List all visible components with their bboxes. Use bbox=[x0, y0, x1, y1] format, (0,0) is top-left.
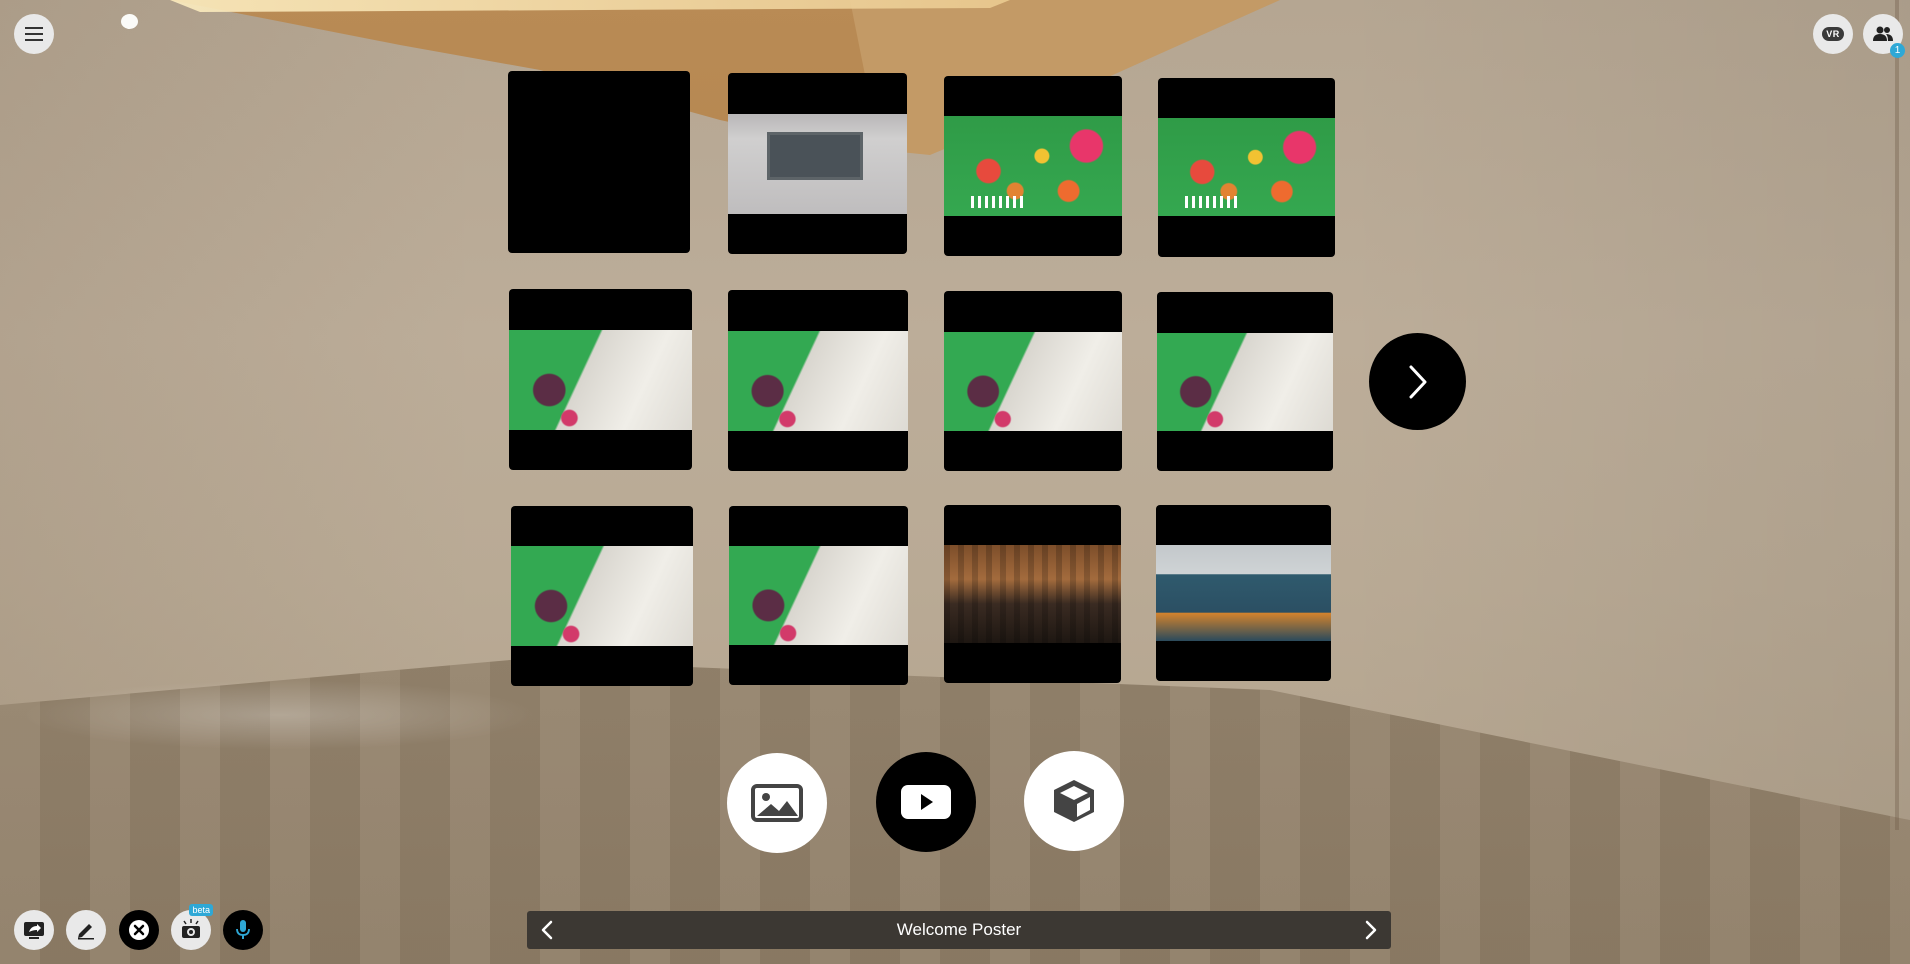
image-type-button[interactable] bbox=[727, 753, 827, 853]
media-tile[interactable] bbox=[944, 505, 1121, 683]
people-count-badge: 1 bbox=[1890, 43, 1905, 58]
tile-thumbnail bbox=[729, 546, 908, 645]
media-tile[interactable] bbox=[944, 291, 1122, 471]
chevron-left-icon bbox=[541, 920, 553, 940]
media-tile[interactable] bbox=[1158, 78, 1335, 257]
tile-thumbnail bbox=[1157, 333, 1333, 431]
microphone-icon bbox=[236, 920, 250, 939]
tile-thumbnail bbox=[728, 114, 907, 214]
3d-model-type-button[interactable] bbox=[1024, 751, 1124, 851]
media-tile[interactable] bbox=[508, 71, 690, 253]
media-tile[interactable] bbox=[1156, 505, 1331, 681]
video-type-button[interactable] bbox=[876, 752, 976, 852]
vr-label: VR bbox=[1822, 27, 1844, 41]
vr-button[interactable]: VR bbox=[1813, 14, 1853, 54]
close-button[interactable] bbox=[119, 910, 159, 950]
people-icon bbox=[1873, 26, 1893, 41]
media-tile[interactable] bbox=[944, 76, 1122, 256]
media-tile[interactable] bbox=[509, 289, 692, 470]
hamburger-menu-icon bbox=[25, 27, 43, 41]
media-tile[interactable] bbox=[729, 506, 908, 685]
previous-button[interactable] bbox=[527, 911, 567, 949]
camera-effects-icon bbox=[182, 919, 200, 938]
share-screen-button[interactable] bbox=[14, 910, 54, 950]
image-icon bbox=[751, 784, 803, 822]
media-tile[interactable] bbox=[728, 73, 907, 254]
slide-title: Welcome Poster bbox=[896, 920, 1022, 939]
cube-icon bbox=[1054, 780, 1094, 822]
people-button[interactable]: 1 bbox=[1863, 14, 1905, 58]
wall-corner bbox=[1895, 0, 1899, 830]
tile-thumbnail bbox=[944, 332, 1122, 431]
media-tile[interactable] bbox=[728, 290, 908, 471]
beta-badge: beta bbox=[189, 904, 213, 916]
tile-thumbnail bbox=[511, 546, 693, 646]
chevron-right-icon bbox=[1409, 365, 1426, 398]
draw-button[interactable] bbox=[66, 910, 106, 950]
tile-thumbnail bbox=[728, 331, 908, 431]
pen-icon bbox=[78, 924, 94, 940]
media-tile[interactable] bbox=[511, 506, 693, 686]
menu-button[interactable] bbox=[14, 14, 54, 54]
tile-thumbnail bbox=[944, 545, 1121, 643]
tile-thumbnail bbox=[1158, 118, 1335, 216]
tile-thumbnail bbox=[944, 116, 1122, 216]
floor-light bbox=[20, 680, 540, 750]
camera-effects-button[interactable]: beta bbox=[171, 904, 213, 950]
media-tile[interactable] bbox=[1157, 292, 1333, 471]
close-icon bbox=[129, 920, 149, 940]
next-button[interactable] bbox=[1351, 911, 1391, 949]
tile-thumbnail bbox=[509, 330, 692, 430]
share-screen-icon bbox=[24, 922, 44, 939]
chevron-right-icon bbox=[1365, 920, 1377, 940]
next-page-button[interactable] bbox=[1369, 333, 1466, 430]
slide-navigation-bar: Welcome Poster bbox=[527, 911, 1391, 949]
avatar-orb bbox=[121, 14, 138, 29]
tile-thumbnail bbox=[1156, 545, 1331, 641]
microphone-button[interactable] bbox=[223, 910, 263, 950]
play-icon bbox=[901, 785, 951, 819]
